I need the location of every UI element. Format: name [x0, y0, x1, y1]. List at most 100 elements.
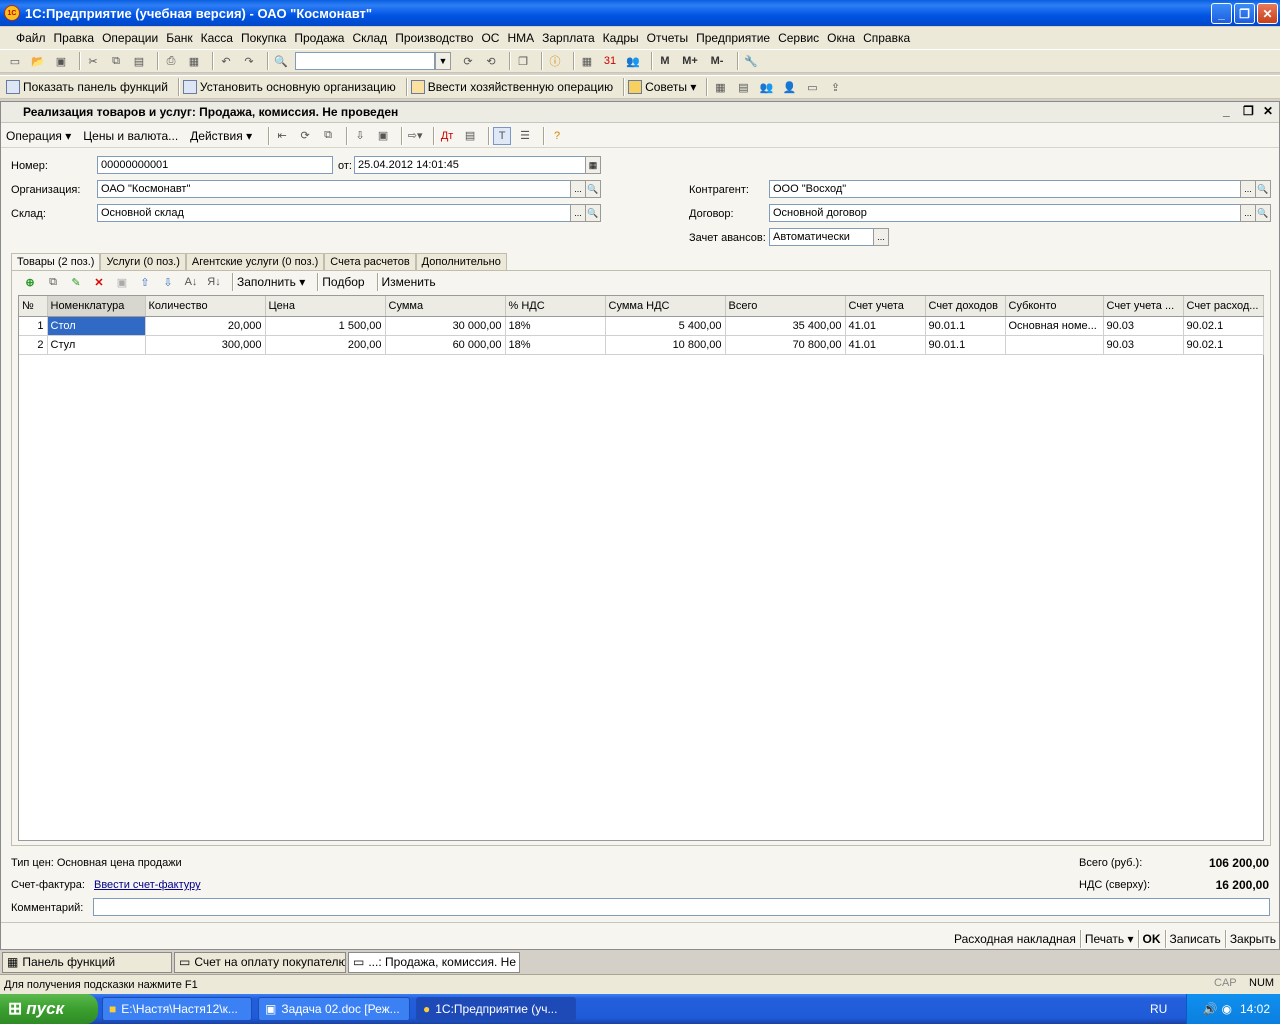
tips-button[interactable]: Советы ▾ [628, 80, 696, 94]
invoice-link[interactable]: Ввести счет-фактуру [94, 879, 201, 891]
language-indicator[interactable]: RU [1150, 1002, 1167, 1016]
tab-agent-services[interactable]: Агентские услуги (0 поз.) [185, 253, 325, 270]
col-n[interactable]: № [19, 296, 48, 317]
print-menu[interactable]: Печать ▾ [1085, 932, 1134, 946]
counterparty-select-button[interactable]: ... [1240, 180, 1256, 198]
show-panel-button[interactable]: Показать панель функций [6, 80, 168, 94]
col-vat-rate[interactable]: % НДС [505, 296, 606, 317]
enter-operation-button[interactable]: Ввести хозяйственную операцию [410, 80, 613, 94]
list-icon[interactable]: ☰ [516, 127, 534, 145]
menu-file[interactable]: Файл [16, 31, 46, 45]
preview-icon[interactable]: ▦ [185, 52, 203, 70]
doc-close-icon[interactable]: ✕ [1263, 104, 1273, 118]
delete-row-icon[interactable]: ✕ [90, 273, 108, 291]
col-sum[interactable]: Сумма [385, 296, 506, 317]
m-icon[interactable]: M [656, 52, 674, 70]
advance-field[interactable]: Автоматически [769, 228, 874, 246]
contract-open-icon[interactable]: 🔍 [1255, 204, 1271, 222]
menu-warehouse[interactable]: Склад [352, 31, 387, 45]
text-format-icon[interactable]: T [493, 126, 512, 145]
export-icon[interactable]: ⇪ [826, 78, 844, 96]
users-icon[interactable]: 👥 [624, 52, 642, 70]
menu-salary[interactable]: Зарплата [542, 31, 595, 45]
save-icon[interactable]: ▣ [52, 52, 70, 70]
calculator-icon[interactable]: ▦ [578, 52, 596, 70]
counterparty-field[interactable]: ООО "Восход" [769, 180, 1241, 198]
taskbar-item-word[interactable]: ▣ Задача 02.doc [Реж... [258, 997, 410, 1021]
org-field[interactable]: ОАО "Космонавт" [97, 180, 571, 198]
refresh-icon[interactable]: ⟳ [296, 127, 314, 145]
col-income-account[interactable]: Счет доходов [925, 296, 1006, 317]
operation-menu[interactable]: Операция ▾ [6, 129, 71, 143]
date-field[interactable]: 25.04.2012 14:01:45 [354, 156, 586, 174]
copy-icon[interactable]: ⧉ [107, 52, 125, 70]
menu-os[interactable]: ОС [481, 31, 499, 45]
waybill-button[interactable]: Расходная накладная [954, 932, 1076, 946]
print-icon[interactable]: ⎙ [162, 52, 180, 70]
save-button[interactable]: Записать [1170, 932, 1221, 946]
contract-select-button[interactable]: ... [1240, 204, 1256, 222]
copy-doc-icon[interactable]: ⧉ [319, 127, 337, 145]
warehouse-open-icon[interactable]: 🔍 [585, 204, 601, 222]
comment-field[interactable] [93, 898, 1270, 916]
close-form-button[interactable]: Закрыть [1230, 932, 1276, 946]
menu-hr[interactable]: Кадры [603, 31, 639, 45]
sort-desc-icon[interactable]: Я↓ [205, 273, 223, 291]
tools-icon[interactable]: 🔧 [742, 52, 760, 70]
number-field[interactable]: 00000000001 [97, 156, 333, 174]
warehouse-select-button[interactable]: ... [570, 204, 586, 222]
based-on-icon[interactable]: ⇩ [351, 127, 369, 145]
calendar-icon[interactable]: 31 [601, 52, 619, 70]
col-account[interactable]: Счет учета [845, 296, 926, 317]
m-minus-icon[interactable]: M- [706, 52, 728, 70]
taskbar-item-explorer[interactable]: ■ E:\Настя\Настя12\к... [102, 997, 252, 1021]
set-org-button[interactable]: Установить основную организацию [182, 80, 396, 94]
doc-maximize-icon[interactable]: ❐ [1243, 104, 1254, 118]
taskbar-item-1c[interactable]: ● 1С:Предприятие (уч... [416, 997, 576, 1021]
window-tab-invoice[interactable]: ▭ Счет на оплату покупателю [174, 951, 346, 973]
menu-operations[interactable]: Операции [102, 31, 158, 45]
col-item[interactable]: Номенклатура [47, 296, 146, 317]
report-icon[interactable]: ▤ [734, 78, 752, 96]
menu-enterprise[interactable]: Предприятие [696, 31, 770, 45]
search-icon[interactable]: 🔍 [272, 52, 290, 70]
menu-cash[interactable]: Касса [201, 31, 233, 45]
menu-help[interactable]: Справка [863, 31, 910, 45]
maximize-button[interactable]: ❐ [1234, 3, 1255, 24]
find-prev-icon[interactable]: ⟲ [482, 52, 500, 70]
warehouse-field[interactable]: Основной склад [97, 204, 571, 222]
menu-bank[interactable]: Банк [166, 31, 192, 45]
find-next-icon[interactable]: ⟳ [459, 52, 477, 70]
new-icon[interactable]: ▭ [6, 52, 24, 70]
actions-menu[interactable]: Действия ▾ [190, 129, 252, 143]
users-list-icon[interactable]: 👥 [757, 78, 775, 96]
menu-edit[interactable]: Правка [54, 31, 95, 45]
move-down-icon[interactable]: ⇩ [159, 273, 177, 291]
table-row[interactable]: 1 Стол 20,000 1 500,00 30 000,00 18% 5 4… [19, 316, 1264, 336]
menu-windows[interactable]: Окна [827, 31, 855, 45]
dt-kt-icon[interactable]: Дт [438, 127, 456, 145]
search-dropdown-button[interactable]: ▼ [435, 52, 451, 70]
users2-icon[interactable]: 👤 [780, 78, 798, 96]
minimize-button[interactable]: _ [1211, 3, 1232, 24]
change-button[interactable]: Изменить [382, 275, 436, 289]
table-row[interactable]: 2 Стул 300,000 200,00 60 000,00 18% 10 8… [19, 335, 1264, 355]
undo-icon[interactable]: ↶ [217, 52, 235, 70]
m-plus-icon[interactable]: M+ [679, 52, 701, 70]
tab-accounts[interactable]: Счета расчетов [324, 253, 416, 270]
enter-based-icon[interactable]: ⇨▾ [406, 127, 424, 145]
sort-asc-icon[interactable]: A↓ [182, 273, 200, 291]
org-open-icon[interactable]: 🔍 [585, 180, 601, 198]
redo-icon[interactable]: ↷ [240, 52, 258, 70]
contract-field[interactable]: Основной договор [769, 204, 1241, 222]
paste-icon[interactable]: ▤ [130, 52, 148, 70]
search-input[interactable] [295, 52, 435, 70]
select-button[interactable]: Подбор [322, 275, 364, 289]
move-up-icon[interactable]: ⇧ [136, 273, 154, 291]
col-vat-sum[interactable]: Сумма НДС [605, 296, 726, 317]
open-icon[interactable]: 📂 [29, 52, 47, 70]
tab-additional[interactable]: Дополнительно [415, 253, 507, 270]
menu-purchase[interactable]: Покупка [241, 31, 286, 45]
structure-icon[interactable]: ▣ [374, 127, 392, 145]
tab-goods[interactable]: Товары (2 поз.) [11, 253, 101, 271]
